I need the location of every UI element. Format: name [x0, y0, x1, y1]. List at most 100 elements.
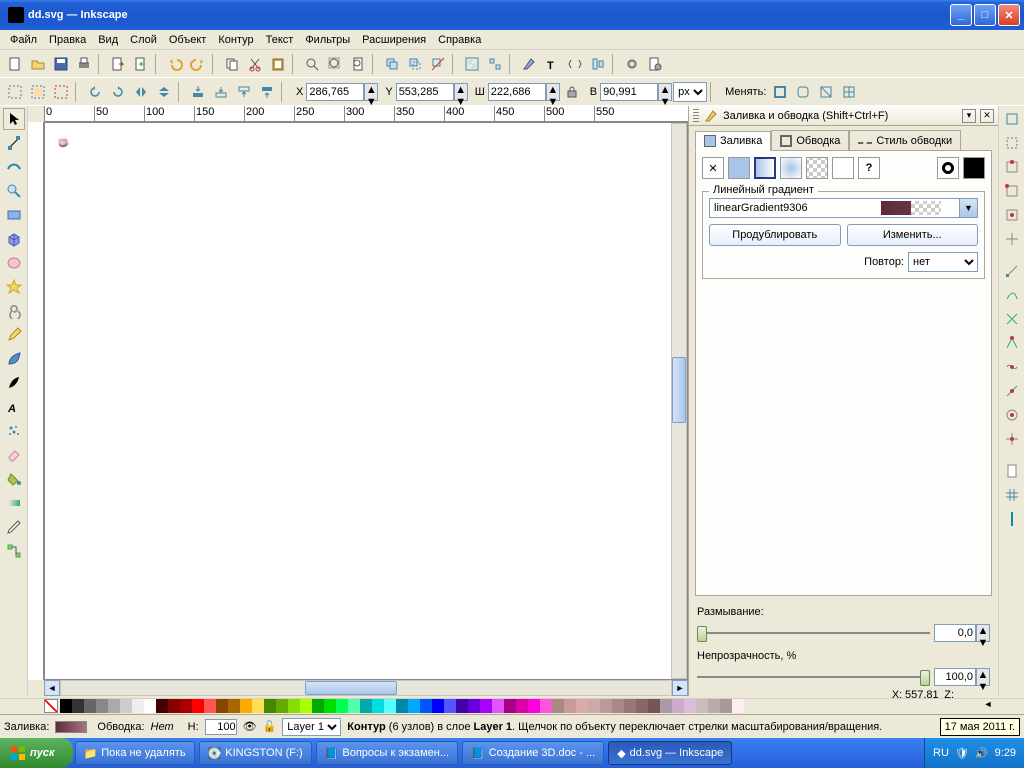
tweak-tool-icon[interactable]	[3, 156, 25, 178]
palette-swatch[interactable]	[720, 699, 732, 713]
palette-swatch[interactable]	[312, 699, 324, 713]
taskbar-item[interactable]: 📘 Создание 3D.doc - ...	[462, 741, 604, 765]
palette-swatch[interactable]	[540, 699, 552, 713]
menu-text[interactable]: Текст	[260, 32, 300, 48]
paint-unknown-icon[interactable]: ?	[858, 157, 880, 179]
xml-icon[interactable]	[564, 53, 586, 75]
pencil-tool-icon[interactable]	[3, 324, 25, 346]
palette-swatch[interactable]	[336, 699, 348, 713]
clone-icon[interactable]	[404, 53, 426, 75]
scrollbar-vertical[interactable]	[671, 123, 687, 679]
palette-swatch[interactable]	[636, 699, 648, 713]
snap-bbox-corner-icon[interactable]	[1001, 180, 1023, 202]
selector-tool-icon[interactable]	[3, 108, 25, 130]
canvas[interactable]	[44, 122, 688, 680]
status-opacity-input[interactable]	[205, 719, 237, 735]
snap-bbox-midpoint-icon[interactable]	[1001, 204, 1023, 226]
menu-view[interactable]: Вид	[92, 32, 124, 48]
snap-grid-icon[interactable]	[1001, 484, 1023, 506]
palette-swatch[interactable]	[420, 699, 432, 713]
tray-lang[interactable]: RU	[933, 747, 949, 759]
prefs-icon[interactable]	[621, 53, 643, 75]
opacity-slider[interactable]	[697, 669, 930, 685]
dropper-tool-icon[interactable]	[3, 516, 25, 538]
palette-swatch[interactable]	[372, 699, 384, 713]
palette-swatch[interactable]	[684, 699, 696, 713]
node-tool-icon[interactable]	[3, 132, 25, 154]
open-icon[interactable]	[27, 53, 49, 75]
palette-swatch[interactable]	[432, 699, 444, 713]
new-icon[interactable]	[4, 53, 26, 75]
menu-extensions[interactable]: Расширения	[356, 32, 432, 48]
snap-cusp-icon[interactable]	[1001, 332, 1023, 354]
menu-object[interactable]: Объект	[163, 32, 212, 48]
flip-h-icon[interactable]	[130, 81, 152, 103]
palette-swatch[interactable]	[84, 699, 96, 713]
paint-none-icon[interactable]: ✕	[702, 157, 724, 179]
status-fill-swatch[interactable]	[55, 721, 87, 733]
copy-icon[interactable]	[221, 53, 243, 75]
palette-swatch[interactable]	[576, 699, 588, 713]
snap-intersect-icon[interactable]	[1001, 308, 1023, 330]
export-icon[interactable]	[130, 53, 152, 75]
zoom-page-icon[interactable]	[347, 53, 369, 75]
palette-swatch[interactable]	[588, 699, 600, 713]
palette-swatch[interactable]	[528, 699, 540, 713]
snap-line-mid-icon[interactable]	[1001, 380, 1023, 402]
menu-edit[interactable]: Правка	[43, 32, 92, 48]
palette-swatch[interactable]	[552, 699, 564, 713]
rotate-cw-icon[interactable]	[107, 81, 129, 103]
snap-nodes-icon[interactable]	[1001, 260, 1023, 282]
palette-swatch[interactable]	[60, 699, 72, 713]
palette-swatch[interactable]	[144, 699, 156, 713]
select-all-icon[interactable]	[4, 81, 26, 103]
system-tray[interactable]: RU 🛡🔊 9:29	[924, 738, 1024, 768]
snap-bbox-edge-icon[interactable]	[1001, 156, 1023, 178]
palette-swatch[interactable]	[204, 699, 216, 713]
snap-smooth-icon[interactable]	[1001, 356, 1023, 378]
align-icon[interactable]	[587, 53, 609, 75]
palette-swatch[interactable]	[132, 699, 144, 713]
snap-enable-icon[interactable]	[1001, 108, 1023, 130]
palette-swatch[interactable]	[360, 699, 372, 713]
palette-swatch[interactable]	[300, 699, 312, 713]
palette-swatch[interactable]	[696, 699, 708, 713]
palette-swatch[interactable]	[168, 699, 180, 713]
w-input[interactable]: ▲▼	[488, 83, 560, 101]
palette-swatch[interactable]	[444, 699, 456, 713]
paint-radial-icon[interactable]	[780, 157, 802, 179]
paste-icon[interactable]	[267, 53, 289, 75]
palette-swatch[interactable]	[96, 699, 108, 713]
close-button[interactable]: ✕	[998, 4, 1020, 26]
print-icon[interactable]	[73, 53, 95, 75]
taskbar-item-active[interactable]: ◆ dd.svg — Inkscape	[608, 741, 732, 765]
lower-bottom-icon[interactable]	[187, 81, 209, 103]
palette-swatch[interactable]	[648, 699, 660, 713]
affect-gradient-icon[interactable]	[815, 81, 837, 103]
palette-swatch[interactable]	[108, 699, 120, 713]
docprops-icon[interactable]	[644, 53, 666, 75]
unlink-icon[interactable]	[427, 53, 449, 75]
snap-page-icon[interactable]	[1001, 460, 1023, 482]
tab-stroke-style[interactable]: Стиль обводки	[849, 130, 961, 150]
palette-swatch[interactable]	[264, 699, 276, 713]
opacity-input[interactable]: ▲▼	[934, 668, 990, 686]
menu-filters[interactable]: Фильтры	[299, 32, 356, 48]
lower-icon[interactable]	[210, 81, 232, 103]
status-layer-select[interactable]: Layer 1	[282, 718, 341, 736]
fillstroke-icon[interactable]	[518, 53, 540, 75]
x-input[interactable]: ▲▼	[306, 83, 378, 101]
rotate-ccw-icon[interactable]	[84, 81, 106, 103]
palette-swatch[interactable]	[252, 699, 264, 713]
select-layers-icon[interactable]	[27, 81, 49, 103]
group-icon[interactable]	[461, 53, 483, 75]
taskbar-item[interactable]: 💽 KINGSTON (F:)	[199, 741, 312, 765]
palette-swatch[interactable]	[396, 699, 408, 713]
palette-swatch[interactable]	[480, 699, 492, 713]
edit-gradient-button[interactable]: Изменить...	[847, 224, 979, 246]
blur-input[interactable]: ▲▼	[934, 624, 990, 642]
palette-swatch[interactable]	[228, 699, 240, 713]
palette-swatch[interactable]	[216, 699, 228, 713]
menu-layer[interactable]: Слой	[124, 32, 163, 48]
blur-slider[interactable]	[697, 625, 930, 641]
